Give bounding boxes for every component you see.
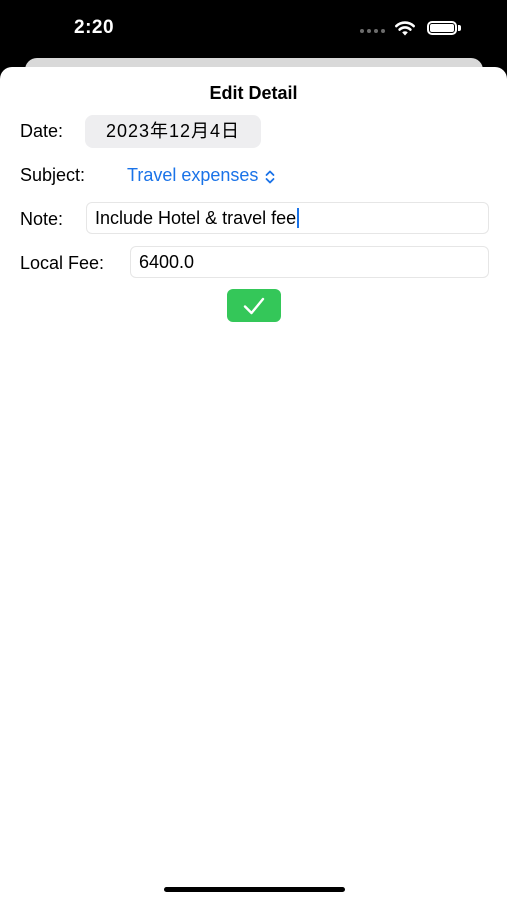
text-cursor xyxy=(297,208,300,229)
date-label: Date: xyxy=(20,121,64,141)
sheet-title: Edit Detail xyxy=(209,83,298,103)
confirm-button[interactable] xyxy=(227,289,281,322)
chevron-up-down-icon xyxy=(266,170,275,183)
home-indicator[interactable] xyxy=(164,887,345,892)
subject-value: Travel expenses xyxy=(127,165,259,185)
subject-label: Subject: xyxy=(20,165,86,185)
note-field[interactable]: Include Hotel & travel fee xyxy=(86,202,489,234)
cellular-signal-icon xyxy=(360,29,385,33)
note-value: Include Hotel & travel fee xyxy=(95,208,297,228)
status-bar: 2:20 xyxy=(0,0,507,58)
status-time: 2:20 xyxy=(74,17,115,38)
local-fee-value: 6400.0 xyxy=(139,252,195,272)
subject-picker[interactable]: Travel expenses xyxy=(127,165,276,186)
battery-icon xyxy=(427,21,457,35)
local-fee-label: Local Fee: xyxy=(20,253,105,273)
wifi-icon xyxy=(395,21,415,36)
checkmark-icon xyxy=(243,297,265,314)
date-picker-button[interactable]: 2023年12月4日 xyxy=(85,115,261,148)
edit-detail-sheet: Edit Detail Date: 2023年12月4日 Subject: Tr… xyxy=(0,67,507,900)
phone-screen: 2:20 Edit Detail Date: 2023年12月4日 Subjec… xyxy=(0,0,507,900)
local-fee-field[interactable]: 6400.0 xyxy=(130,246,489,278)
note-label: Note: xyxy=(20,209,64,229)
battery-tip xyxy=(458,25,461,31)
